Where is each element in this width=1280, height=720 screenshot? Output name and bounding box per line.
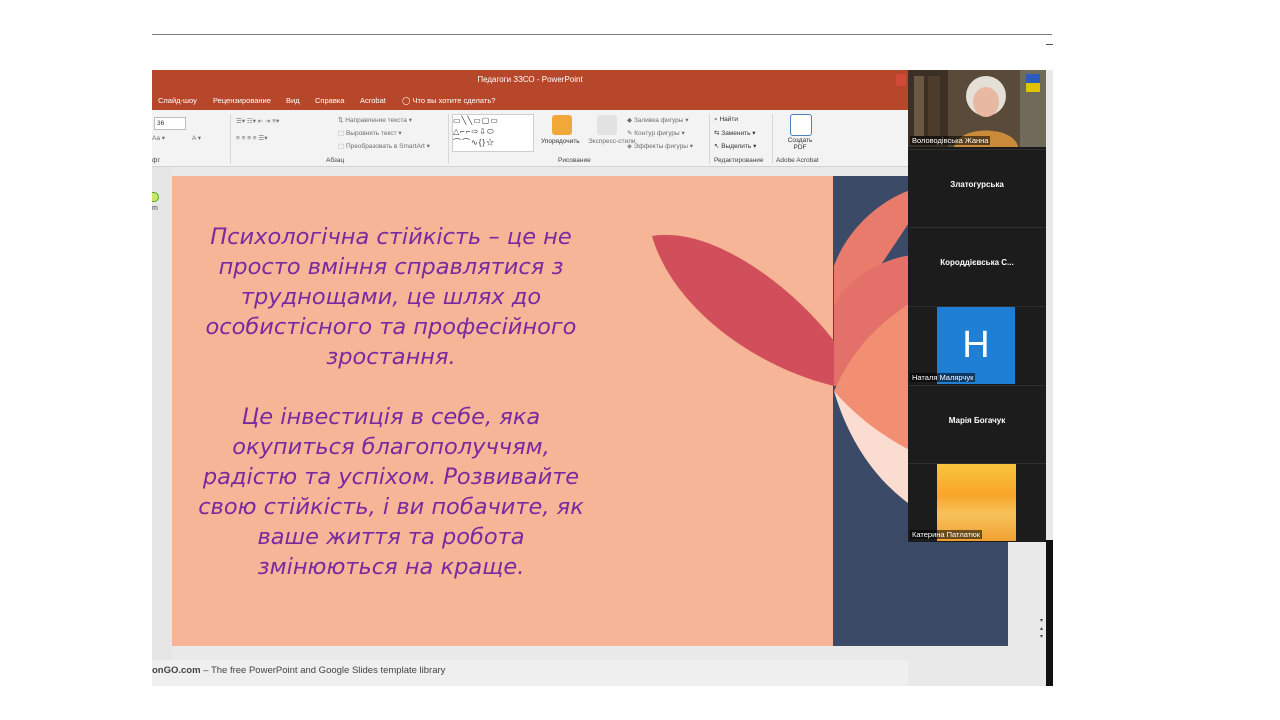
ribbon: 36 Aa ▾ A ▾ фт ☰▾ ☷▾ ⇤ ⇥ ≡▾ ≡ ≡ ≡ ≡ ☰▾ ⇅…: [152, 110, 908, 167]
create-pdf-button[interactable]: Создать PDF: [782, 137, 818, 151]
font-color-icon[interactable]: A ▾: [192, 134, 201, 142]
arrange-button[interactable]: Упорядочить: [541, 138, 580, 145]
minimize-dash[interactable]: [1046, 44, 1053, 45]
right-edge-bar: [1046, 540, 1053, 686]
font-size-combo[interactable]: 36: [154, 117, 186, 130]
participant-tile-5[interactable]: Марія Богачук: [908, 385, 1046, 463]
shape-outline-button[interactable]: ✎ Контур фигуры ▾: [627, 129, 685, 137]
align-icons[interactable]: ≡ ≡ ≡ ≡ ☰▾: [236, 134, 267, 142]
footer-brand: onGO.com: [152, 665, 201, 676]
shape-fill-button[interactable]: ◆ Заливка фигуры ▾: [627, 116, 689, 124]
acrobat-group-label: Adobe Acrobat: [776, 157, 819, 164]
powerpoint-title-bar: Педагоги ЗЗСО - PowerPoint: [152, 70, 908, 92]
participant-name: Златогурська: [950, 180, 1004, 189]
participant-name: Наталя Малярчук: [910, 373, 976, 382]
search-icon: ⌕: [714, 116, 718, 123]
drawing-group-label: Рисование: [558, 157, 591, 164]
list-icons[interactable]: ☰▾ ☷▾ ⇤ ⇥ ≡▾: [236, 117, 279, 125]
top-divider-line: [152, 34, 1052, 35]
window-title: Педагоги ЗЗСО - PowerPoint: [477, 75, 583, 84]
footer-text: – The free PowerPoint and Google Slides …: [200, 665, 446, 676]
participant-tile-2[interactable]: Златогурська: [908, 149, 1046, 227]
shape-effects-button[interactable]: ◈ Эффекты фигуры ▾: [627, 142, 693, 150]
font-case-icon[interactable]: Aa ▾: [152, 134, 165, 142]
font-group-label: фт: [152, 157, 161, 164]
tab-acrobat[interactable]: Acrobat: [360, 96, 386, 105]
arrange-icon[interactable]: [552, 115, 572, 135]
participant-name: Марія Богачук: [948, 416, 1006, 425]
participant-name: Катерина Патлатюк: [910, 530, 983, 539]
participant-tile-1[interactable]: Воловодівська Жанна: [908, 70, 1046, 147]
lightbulb-icon: ◯: [402, 96, 411, 105]
participant-name: Воловодівська Жанна: [910, 136, 991, 145]
text-direction-button[interactable]: ⇅ Направление текста ▾: [338, 116, 412, 124]
replace-button[interactable]: ⇆ Заменить ▾: [714, 129, 756, 137]
align-text-button[interactable]: ⬚ Выровнять текст ▾: [338, 129, 402, 137]
ribbon-tabs: Слайд-шоу Рецензирование Вид Справка Acr…: [152, 92, 908, 110]
find-button[interactable]: ⌕ Найти: [714, 116, 738, 124]
petal-left: [652, 234, 834, 386]
smartart-button[interactable]: ⬚ Преобразовать в SmartArt ▾: [338, 142, 430, 150]
quick-styles-icon[interactable]: [597, 115, 617, 135]
participant-tile-6[interactable]: Катерина Патлатюк: [908, 463, 1046, 541]
shapes-gallery[interactable]: ▭╲╲▭▢▭ △⌐⌐⇨⇩⬭ ⌒⌒∿{}☆: [452, 114, 534, 152]
pdf-icon[interactable]: [790, 114, 812, 136]
editing-group-label: Редактирование: [714, 157, 764, 164]
close-button[interactable]: [896, 74, 906, 86]
tab-help[interactable]: Справка: [315, 96, 344, 105]
tell-me-box[interactable]: ◯ Что вы хотите сделать?: [402, 96, 495, 105]
participant-name: Короддієвська С...: [940, 258, 1014, 267]
participant-tile-4[interactable]: Н Наталя Малярчук: [908, 306, 1046, 384]
tab-review[interactable]: Рецензирование: [213, 96, 271, 105]
select-button[interactable]: ↖ Выделить ▾: [714, 142, 756, 150]
left-fragment: m: [152, 205, 158, 212]
paragraph-group-label: Абзац: [326, 157, 345, 164]
tab-slideshow[interactable]: Слайд-шоу: [158, 96, 197, 105]
slide-panel-edge: m: [152, 167, 172, 677]
footer-bar: onGO.com – The free PowerPoint and Googl…: [152, 660, 908, 686]
participants-panel: Воловодівська Жанна Златогурська Кородді…: [908, 70, 1046, 542]
tab-view[interactable]: Вид: [286, 96, 300, 105]
participant-tile-3[interactable]: Короддієвська С...: [908, 227, 1046, 305]
